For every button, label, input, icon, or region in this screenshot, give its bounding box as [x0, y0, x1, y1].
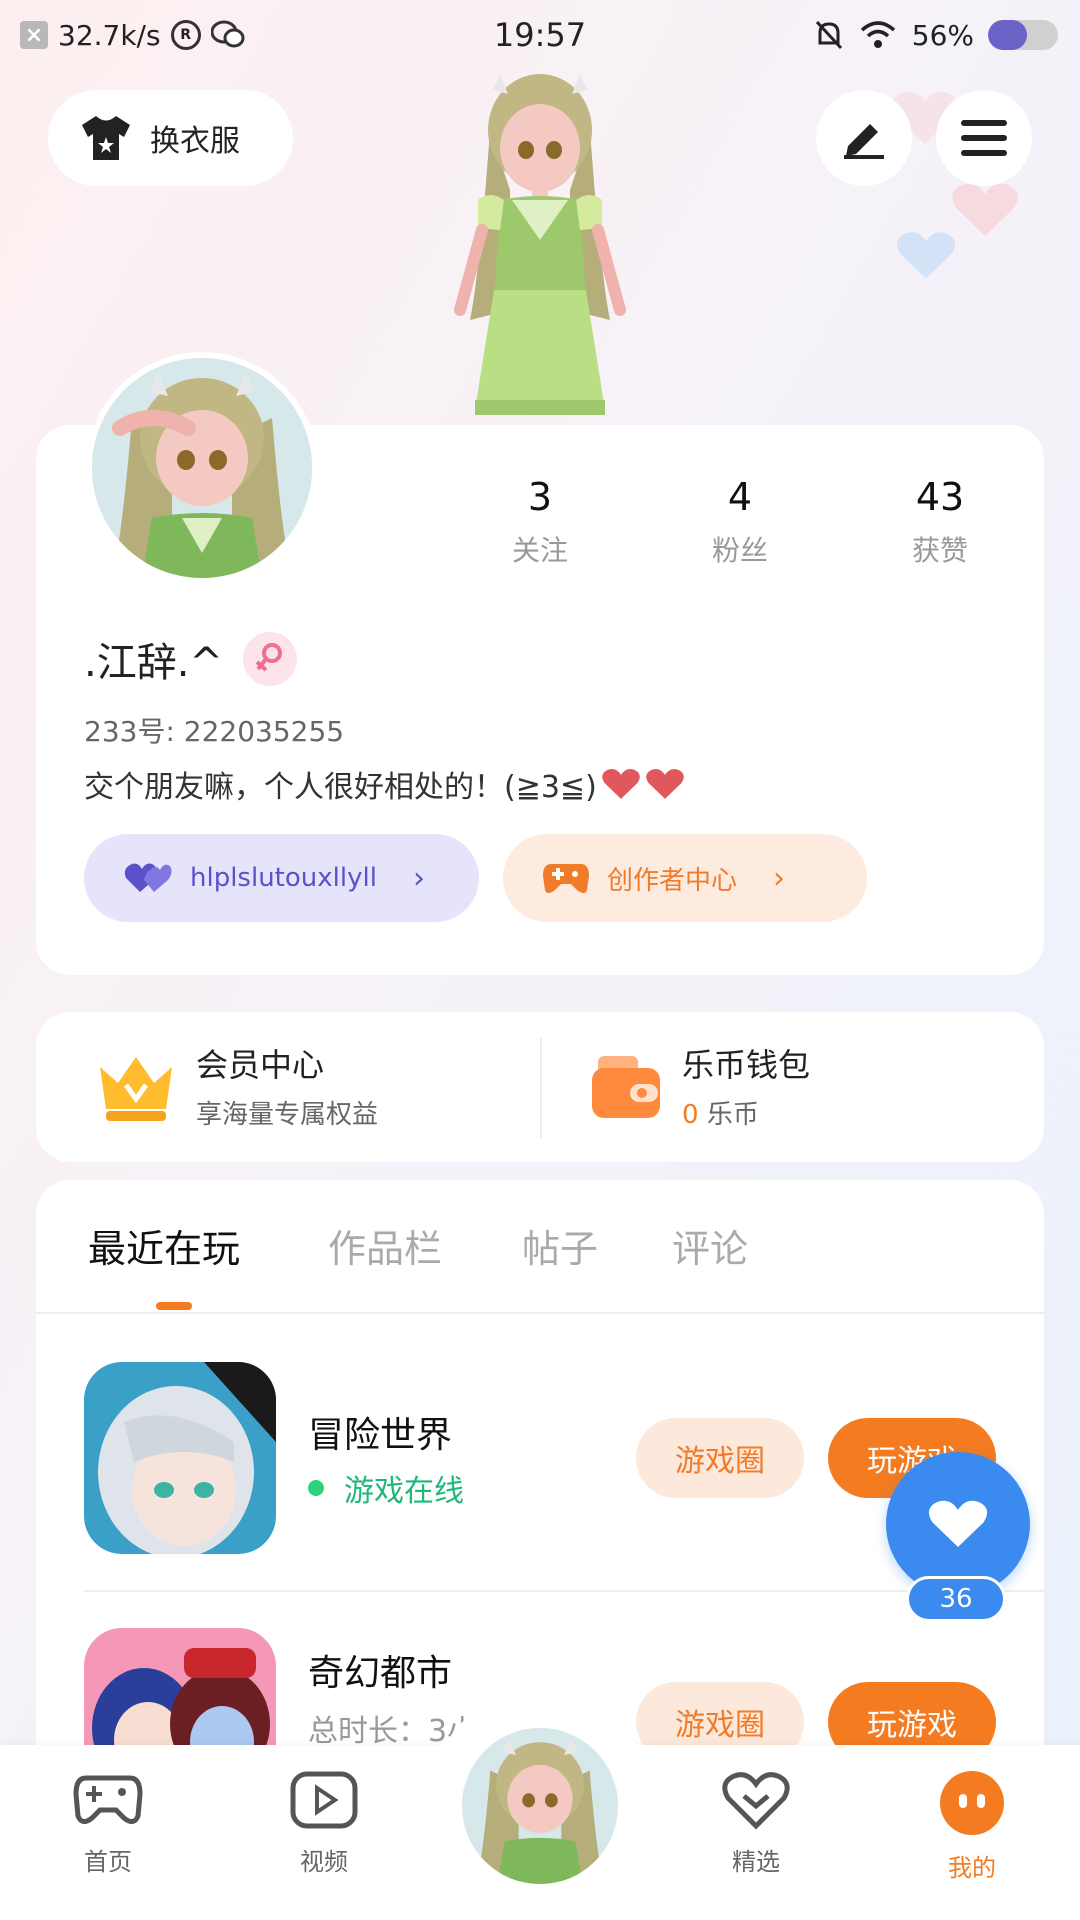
online-status-dot — [308, 1480, 324, 1496]
heart-id-label: hlplslutouxllyll — [190, 863, 377, 893]
following-count: 3 — [527, 475, 553, 519]
floating-like-button[interactable] — [886, 1452, 1030, 1596]
username-row: .江辞.^ — [84, 630, 297, 688]
decorative-heart-icon — [952, 183, 1018, 236]
heart-emoji-icon — [602, 768, 640, 799]
heart-emoji-icon — [646, 768, 684, 799]
status-bar: × 32.7k/s R 19:57 56% — [0, 0, 1080, 70]
game-name: 冒险世界 — [308, 1415, 453, 1456]
wallet-amount: 0 — [682, 1100, 699, 1130]
avatar-image — [462, 1728, 618, 1884]
tshirt-icon — [82, 116, 130, 160]
tab-divider — [36, 1312, 1044, 1314]
change-outfit-label: 换衣服 — [150, 124, 240, 159]
like-count-badge: 36 — [906, 1576, 1006, 1622]
username: .江辞.^ — [84, 640, 223, 686]
game-status-text: 游戏在线 — [344, 1474, 464, 1509]
user-id: 233号: 222035255 — [84, 715, 345, 748]
tab-posts[interactable]: 帖子 — [522, 1218, 598, 1273]
fans-count: 4 — [727, 475, 753, 519]
tab-comments[interactable]: 评论 — [672, 1218, 748, 1273]
nav-center-avatar[interactable] — [456, 1722, 624, 1890]
fans-label: 粉丝 — [711, 534, 768, 567]
heart-id-button[interactable]: hlplslutouxllyll › — [84, 834, 479, 922]
nav-label-home: 首页 — [84, 1848, 132, 1876]
member-center-entry[interactable]: 会员中心 享海量专属权益 — [96, 1040, 378, 1131]
gamepad-icon — [543, 864, 589, 893]
creator-center-button[interactable]: 创作者中心 › — [503, 834, 867, 922]
creator-center-label: 创作者中心 — [607, 865, 738, 896]
chevron-right-icon: › — [773, 860, 786, 896]
nav-item-home[interactable]: 首页 — [48, 1770, 168, 1877]
menu-button[interactable] — [936, 90, 1032, 186]
game-status: 游戏在线 — [308, 1466, 464, 1510]
crown-icon — [100, 1056, 172, 1121]
heart-icon — [928, 1500, 988, 1548]
divider — [540, 1038, 542, 1138]
wallet-icon — [592, 1055, 660, 1118]
edit-profile-button[interactable] — [816, 90, 912, 186]
battery-icon — [988, 20, 1058, 50]
wallet-title: 乐币钱包 — [682, 1046, 811, 1084]
female-gender-icon — [242, 632, 297, 686]
following-label: 关注 — [511, 534, 568, 567]
tab-recent-play[interactable]: 最近在玩 — [88, 1218, 240, 1273]
likes-label: 获赞 — [911, 534, 968, 567]
wifi-icon — [860, 21, 895, 48]
wallet-unit: 乐币 — [706, 1100, 759, 1130]
wallet-entry[interactable]: 乐币钱包 0 乐币 — [590, 1040, 810, 1131]
avatar-image — [92, 358, 312, 578]
game-circle-button[interactable]: 游戏圈 — [636, 1418, 804, 1498]
hamburger-menu-icon — [961, 120, 1007, 156]
mute-bell-icon — [815, 20, 842, 50]
double-heart-icon — [124, 863, 172, 892]
game-name: 奇幻都市 — [308, 1653, 453, 1694]
following-stat[interactable]: 3 关注 — [440, 475, 640, 569]
avatar-3d-figure[interactable] — [400, 70, 680, 430]
tab-works[interactable]: 作品栏 — [328, 1218, 442, 1273]
likes-count: 43 — [915, 475, 965, 519]
game-icon[interactable] — [84, 1362, 276, 1554]
nav-label-video: 视频 — [300, 1848, 348, 1876]
nav-item-video[interactable]: 视频 — [264, 1770, 384, 1877]
nav-item-me[interactable]: 我的 — [912, 1770, 1032, 1883]
nav-label-me: 我的 — [948, 1854, 996, 1882]
bio-row: 交个朋友嘛，个人很好相处的！(≧3≦) — [84, 762, 685, 806]
fans-stat[interactable]: 4 粉丝 — [640, 475, 840, 569]
avatar[interactable] — [86, 352, 318, 584]
nav-label-featured: 精选 — [732, 1848, 780, 1876]
profile-face-icon — [940, 1771, 1004, 1835]
likes-stat[interactable]: 43 获赞 — [840, 475, 1040, 569]
member-center-title: 会员中心 — [196, 1046, 325, 1084]
gamepad-icon — [73, 1775, 143, 1824]
heart-check-icon — [722, 1772, 790, 1830]
pen-icon — [844, 124, 884, 159]
bio-text: 交个朋友嘛，个人很好相处的！(≧3≦) — [84, 770, 597, 805]
battery-percent: 56% — [911, 18, 974, 52]
member-center-subtitle: 享海量专属权益 — [196, 1100, 379, 1130]
nav-item-featured[interactable]: 精选 — [696, 1770, 816, 1877]
chevron-right-icon: › — [412, 860, 425, 896]
video-play-icon — [290, 1771, 358, 1829]
row-divider — [84, 1590, 1044, 1592]
wallet-balance: 0 乐币 — [682, 1094, 810, 1131]
decorative-heart-icon — [896, 232, 956, 279]
change-outfit-button[interactable]: 换衣服 — [48, 90, 293, 186]
active-tab-indicator — [156, 1302, 192, 1310]
profile-stats: 3 关注 4 粉丝 43 获赞 — [440, 475, 1040, 569]
